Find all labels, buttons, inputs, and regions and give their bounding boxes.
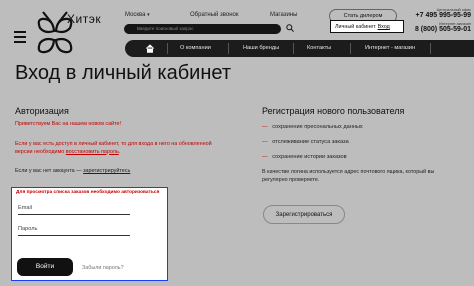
register-link[interactable]: зарегистрируйтесь — [83, 168, 130, 174]
welcome-text: Приветствуем Вас на нашем новом сайте! — [15, 121, 122, 127]
login-notice: Для просмотра списка заказов необходимо … — [16, 190, 160, 195]
menu-icon[interactable] — [14, 31, 26, 46]
nav-item-contacts[interactable]: Контакты — [307, 40, 331, 57]
search-placeholder: Введите поисковый запрос — [137, 26, 194, 31]
no-account-text: Если у вас нет аккаунта — зарегистрируйт… — [15, 168, 130, 176]
password-placeholder: Пароль — [18, 226, 38, 232]
main-nav: О компании Наши бренды Контакты Интернет… — [125, 40, 474, 57]
auth-info-text: версии необходимо — [15, 148, 66, 155]
auth-title: Авторизация — [15, 106, 69, 116]
personal-cabinet-box: Личный кабинет Вход — [330, 20, 404, 33]
brand-name: Хитэк — [67, 12, 102, 26]
city-select[interactable]: Москва ▾ — [125, 12, 150, 18]
password-field[interactable]: Пароль — [18, 226, 130, 236]
register-title: Регистрация нового пользователя — [262, 106, 405, 116]
forgot-password-link[interactable]: Забыли пароль? — [82, 265, 124, 271]
home-icon[interactable] — [145, 44, 155, 53]
list-item: — сохранение пресональных данных — [262, 124, 363, 130]
benefit-text: сохранение пресональных данных — [272, 124, 363, 130]
nav-item-shop[interactable]: Интернет - магазин — [365, 40, 415, 57]
search-input[interactable]: Введите поисковый запрос — [124, 24, 281, 34]
auth-info-period: . — [118, 148, 121, 155]
search-icon[interactable] — [286, 24, 294, 32]
nav-item-about[interactable]: О компании — [180, 40, 211, 57]
login-form: Для просмотра списка заказов необходимо … — [11, 187, 168, 281]
dash-icon: — — [262, 139, 268, 145]
shops-link[interactable]: Магазины — [270, 12, 297, 18]
register-note-line: регулярно проверяете. — [262, 176, 320, 183]
cabinet-login-link[interactable]: Вход — [378, 24, 390, 30]
benefit-text: сохранение истории заказов — [272, 154, 347, 160]
benefit-text: отслеживание статуса заказа — [272, 139, 349, 145]
register-note: В качестве логина используется адрес поч… — [262, 169, 467, 184]
phone-number[interactable]: 8 (800) 505-59-01 — [415, 26, 471, 33]
email-placeholder: Email — [18, 205, 32, 211]
restore-password-link[interactable]: восстановить пароль — [66, 149, 119, 155]
register-button[interactable]: Зарегистрироваться — [263, 205, 345, 224]
dash-icon: — — [262, 124, 268, 130]
list-item: — сохранение истории заказов — [262, 154, 347, 160]
auth-info-line: Если у вас есть доступ в личный кабинет,… — [15, 141, 212, 147]
register-note-line: В качестве логина используется адрес поч… — [262, 169, 435, 175]
no-account-label: Если у вас нет аккаунта — — [15, 168, 84, 174]
phone-number[interactable]: +7 495 995-95-99 — [416, 12, 471, 19]
email-field[interactable]: Email — [18, 205, 130, 215]
page-title: Вход в личный кабинет — [15, 62, 231, 84]
nav-item-brands[interactable]: Наши бренды — [243, 40, 279, 57]
auth-info: Если у вас есть доступ в личный кабинет,… — [15, 141, 245, 156]
login-button[interactable]: Войти — [17, 258, 73, 276]
dash-icon: — — [262, 154, 268, 160]
cabinet-label: Личный кабинет — [335, 24, 376, 30]
callback-link[interactable]: Обратный звонок — [190, 12, 239, 18]
list-item: — отслеживание статуса заказа — [262, 139, 349, 145]
